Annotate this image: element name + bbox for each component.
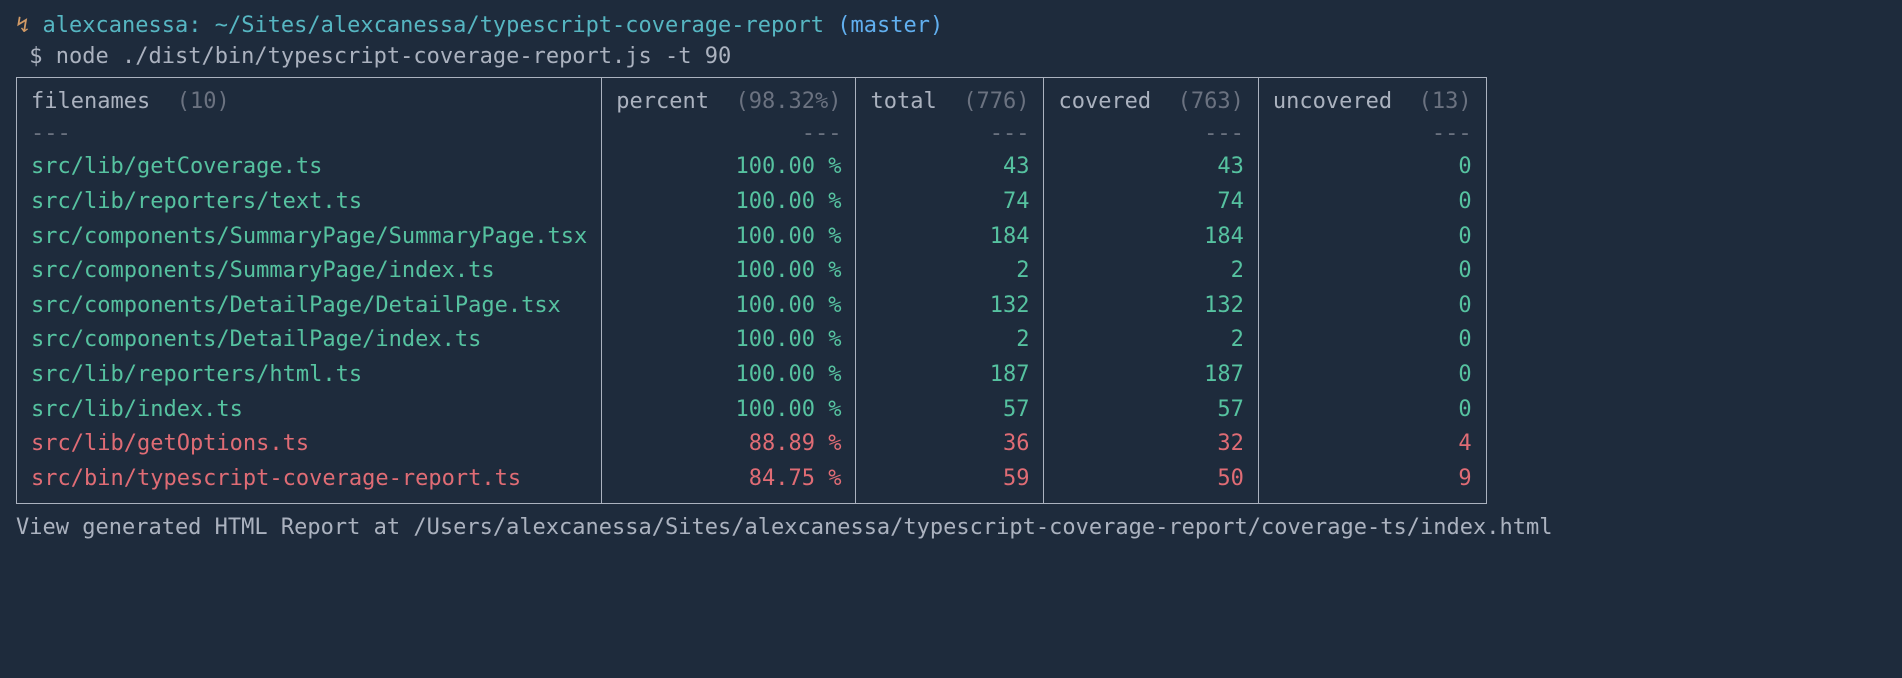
cell-filename: src/components/SummaryPage/SummaryPage.t… xyxy=(17,220,601,255)
prompt-line-1: ↯ alexcanessa: ~/Sites/alexcanessa/types… xyxy=(16,12,1886,41)
prompt-branch: (master) xyxy=(837,13,943,38)
header-filenames-label: filenames xyxy=(31,89,150,114)
cell-total: 36 xyxy=(855,427,1043,462)
cell-filename: src/lib/getCoverage.ts xyxy=(17,150,601,185)
header-percent-summary: (98.32%) xyxy=(736,89,842,114)
cell-percent: 100.00 % xyxy=(601,323,855,358)
prompt-user: alexcanessa: xyxy=(43,13,202,38)
cell-percent: 100.00 % xyxy=(601,185,855,220)
cell-covered: 132 xyxy=(1043,289,1257,324)
cell-filename: src/lib/index.ts xyxy=(17,393,601,428)
cell-filename: src/lib/getOptions.ts xyxy=(17,427,601,462)
cell-total: 59 xyxy=(855,462,1043,504)
header-percent: percent (98.32%) xyxy=(601,78,855,120)
cell-uncovered: 4 xyxy=(1258,427,1486,462)
cell-total: 57 xyxy=(855,393,1043,428)
cell-uncovered: 0 xyxy=(1258,220,1486,255)
cell-covered: 57 xyxy=(1043,393,1257,428)
table-row: src/lib/reporters/text.ts100.00 %74740 xyxy=(17,185,1486,220)
cell-covered: 2 xyxy=(1043,254,1257,289)
table-row: src/bin/typescript-coverage-report.ts84.… xyxy=(17,462,1486,504)
cell-uncovered: 0 xyxy=(1258,150,1486,185)
prompt-line-2: $ node ./dist/bin/typescript-coverage-re… xyxy=(16,43,1886,72)
cell-total: 43 xyxy=(855,150,1043,185)
cell-covered: 184 xyxy=(1043,220,1257,255)
cell-covered: 32 xyxy=(1043,427,1257,462)
table-header-row: filenames (10) percent (98.32%) total (7… xyxy=(17,78,1486,120)
cell-uncovered: 0 xyxy=(1258,254,1486,289)
cell-percent: 100.00 % xyxy=(601,393,855,428)
cell-filename: src/components/DetailPage/index.ts xyxy=(17,323,601,358)
cell-total: 2 xyxy=(855,323,1043,358)
cell-uncovered: 9 xyxy=(1258,462,1486,504)
prompt-path: ~/Sites/alexcanessa/typescript-coverage-… xyxy=(215,13,824,38)
table-row: src/lib/getOptions.ts88.89 %36324 xyxy=(17,427,1486,462)
cell-uncovered: 0 xyxy=(1258,358,1486,393)
cell-total: 184 xyxy=(855,220,1043,255)
header-uncovered-label: uncovered xyxy=(1273,89,1392,114)
cell-filename: src/lib/reporters/html.ts xyxy=(17,358,601,393)
prompt-dollar: $ xyxy=(29,44,42,69)
table-row: src/lib/index.ts100.00 %57570 xyxy=(17,393,1486,428)
cell-filename: src/lib/reporters/text.ts xyxy=(17,185,601,220)
cell-total: 74 xyxy=(855,185,1043,220)
divider-uncovered: --- xyxy=(1432,121,1472,146)
header-covered: covered (763) xyxy=(1043,78,1257,120)
table-row: src/components/SummaryPage/index.ts100.0… xyxy=(17,254,1486,289)
cell-covered: 50 xyxy=(1043,462,1257,504)
cell-percent: 100.00 % xyxy=(601,150,855,185)
cell-covered: 187 xyxy=(1043,358,1257,393)
table-divider-row: --- --- --- --- --- xyxy=(17,120,1486,151)
table-row: src/components/SummaryPage/SummaryPage.t… xyxy=(17,220,1486,255)
cell-percent: 100.00 % xyxy=(601,289,855,324)
header-covered-summary: (763) xyxy=(1178,89,1244,114)
coverage-table: filenames (10) percent (98.32%) total (7… xyxy=(16,77,1487,504)
header-total-label: total xyxy=(870,89,936,114)
cell-uncovered: 0 xyxy=(1258,185,1486,220)
table-row: src/lib/reporters/html.ts100.00 %1871870 xyxy=(17,358,1486,393)
header-filenames: filenames (10) xyxy=(17,78,601,120)
footer-message: View generated HTML Report at /Users/ale… xyxy=(16,514,1886,543)
cell-covered: 74 xyxy=(1043,185,1257,220)
cell-percent: 100.00 % xyxy=(601,220,855,255)
cell-uncovered: 0 xyxy=(1258,393,1486,428)
cell-percent: 84.75 % xyxy=(601,462,855,504)
cell-uncovered: 0 xyxy=(1258,289,1486,324)
cell-covered: 2 xyxy=(1043,323,1257,358)
divider-total: --- xyxy=(990,121,1030,146)
cell-total: 187 xyxy=(855,358,1043,393)
header-uncovered: uncovered (13) xyxy=(1258,78,1486,120)
table-row: src/lib/getCoverage.ts100.00 %43430 xyxy=(17,150,1486,185)
table-row: src/components/DetailPage/index.ts100.00… xyxy=(17,323,1486,358)
cell-filename: src/components/DetailPage/DetailPage.tsx xyxy=(17,289,601,324)
table-row: src/components/DetailPage/DetailPage.tsx… xyxy=(17,289,1486,324)
header-covered-label: covered xyxy=(1058,89,1151,114)
divider-covered: --- xyxy=(1204,121,1244,146)
cell-total: 2 xyxy=(855,254,1043,289)
prompt-command: node ./dist/bin/typescript-coverage-repo… xyxy=(56,44,732,69)
header-filenames-summary: (10) xyxy=(177,89,230,114)
cell-covered: 43 xyxy=(1043,150,1257,185)
divider-filenames: --- xyxy=(31,121,71,146)
cell-filename: src/bin/typescript-coverage-report.ts xyxy=(17,462,601,504)
cell-percent: 100.00 % xyxy=(601,358,855,393)
header-total-summary: (776) xyxy=(963,89,1029,114)
header-uncovered-summary: (13) xyxy=(1419,89,1472,114)
cell-percent: 100.00 % xyxy=(601,254,855,289)
cell-total: 132 xyxy=(855,289,1043,324)
lightning-icon: ↯ xyxy=(16,13,29,38)
divider-percent: --- xyxy=(802,121,842,146)
cell-uncovered: 0 xyxy=(1258,323,1486,358)
cell-filename: src/components/SummaryPage/index.ts xyxy=(17,254,601,289)
header-percent-label: percent xyxy=(616,89,709,114)
cell-percent: 88.89 % xyxy=(601,427,855,462)
header-total: total (776) xyxy=(855,78,1043,120)
